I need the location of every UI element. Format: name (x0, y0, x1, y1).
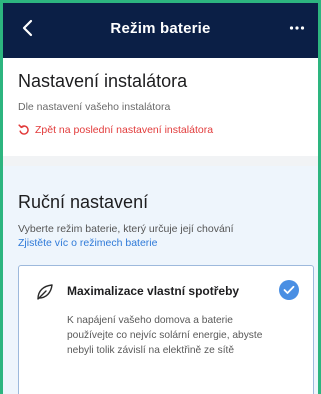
leaf-icon (37, 284, 53, 300)
mode-title: Maximalizace vlastní spotřeby (67, 284, 240, 298)
reset-installer-settings-link[interactable]: Zpět na poslední nastavení instalátora (18, 124, 213, 136)
more-horizontal-icon (289, 26, 305, 30)
page-title: Režim baterie (110, 20, 211, 37)
section-divider (3, 156, 318, 166)
battery-modes-info-link[interactable]: Zjistěte víc o režimech baterie (18, 237, 157, 249)
installer-section-subtitle: Dle nastavení vašeho instalátora (18, 101, 171, 113)
installer-settings-section: Nastavení instalátora Dle nastavení vaše… (3, 58, 318, 156)
app-header: Režim baterie (0, 0, 321, 58)
reset-installer-settings-label: Zpět na poslední nastavení instalátora (35, 124, 214, 136)
manual-settings-section: Ruční nastavení Vyberte režim baterie, k… (3, 166, 318, 394)
manual-section-description: Vyberte režim baterie, který určuje její… (18, 223, 234, 235)
undo-icon (18, 124, 29, 135)
mode-card-self-consumption[interactable]: Maximalizace vlastní spotřeby K napájení… (18, 265, 314, 394)
manual-section-title: Ruční nastavení (18, 192, 149, 212)
selected-check-icon (279, 280, 299, 300)
mode-description: K napájení vašeho domova a baterie použí… (67, 315, 263, 356)
installer-section-title: Nastavení instalátora (18, 71, 188, 91)
more-options-button[interactable] (285, 16, 309, 40)
